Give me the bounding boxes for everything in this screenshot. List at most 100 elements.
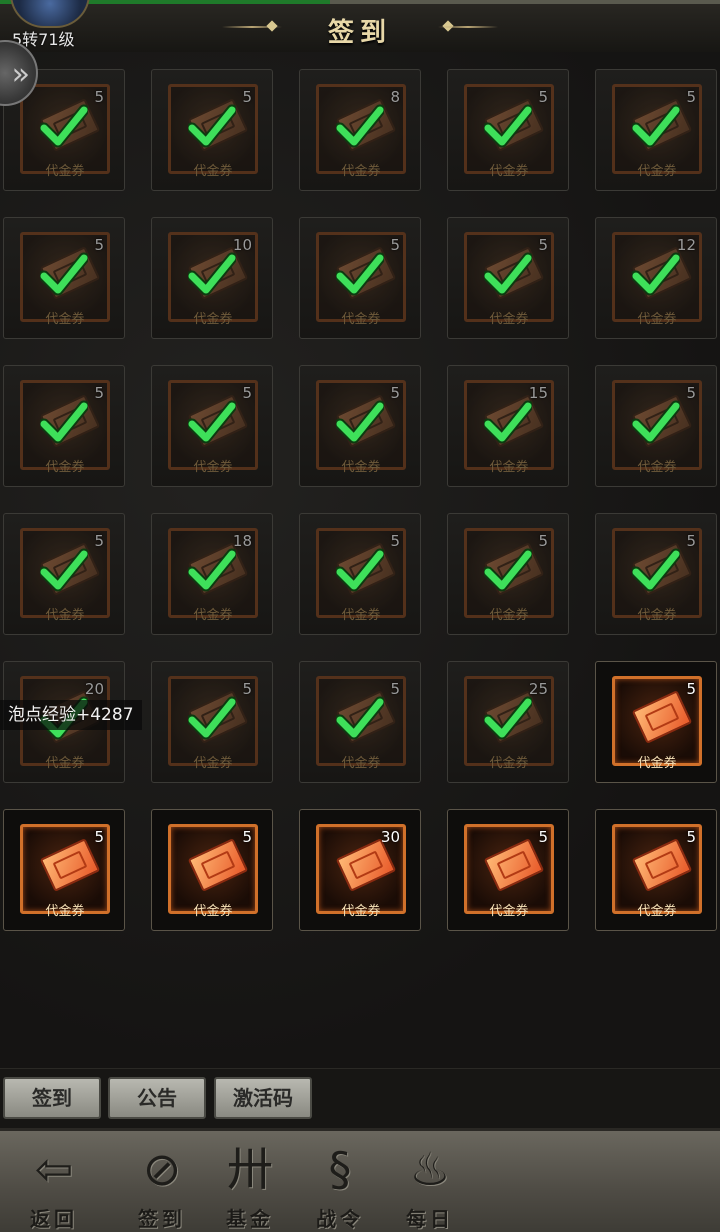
reward-cell[interactable]: 5 代金券 <box>299 661 421 783</box>
reward-cell[interactable]: 5 代金券 <box>299 513 421 635</box>
reward-cell[interactable]: 5 代金券 <box>595 69 717 191</box>
top-bar: 5转71级 签到 <box>0 0 720 53</box>
reward-count: 5 <box>538 88 548 106</box>
reward-cell[interactable]: 18 代金券 <box>151 513 273 635</box>
reward-label: 代金券 <box>637 164 677 179</box>
reward-count: 5 <box>538 532 548 550</box>
reward-label: 代金券 <box>637 312 677 327</box>
checkmark-icon <box>336 696 384 740</box>
checkmark-icon <box>632 548 680 592</box>
checkmark-icon <box>632 400 680 444</box>
reward-count: 5 <box>242 828 252 846</box>
reward-label: 代金券 <box>341 904 381 919</box>
reward-count: 5 <box>538 236 548 254</box>
reward-cell[interactable]: 5 代金券 <box>3 513 125 635</box>
reward-cell[interactable]: 5 代金券 <box>595 661 717 783</box>
tab-sign-in[interactable]: 签到 <box>3 1077 101 1119</box>
reward-label: 代金券 <box>341 756 381 771</box>
page-title: 签到 <box>327 18 392 48</box>
reward-label: 代金券 <box>193 312 233 327</box>
bottom-nav: ⇦ 返回 ⊘ 签到 卅 基金 § 战令 ♨ 每日 <box>0 1128 720 1232</box>
checkmark-icon <box>188 104 236 148</box>
reward-count: 30 <box>380 828 400 846</box>
checkmark-icon <box>188 548 236 592</box>
reward-label: 代金券 <box>341 164 381 179</box>
checkmark-icon <box>484 104 532 148</box>
title-ornament-right <box>438 26 498 28</box>
reward-label: 代金券 <box>489 312 529 327</box>
reward-label: 代金券 <box>45 164 85 179</box>
reward-label: 代金券 <box>45 608 85 623</box>
checkmark-icon <box>188 696 236 740</box>
nav-battle-pass-button[interactable]: § 战令 <box>298 1131 382 1232</box>
reward-label: 代金券 <box>45 460 85 475</box>
checkmark-icon <box>40 104 88 148</box>
checkmark-icon <box>484 696 532 740</box>
reward-count: 5 <box>538 828 548 846</box>
reward-count: 5 <box>686 384 696 402</box>
reward-label: 代金券 <box>637 904 677 919</box>
reward-count: 5 <box>390 236 400 254</box>
reward-cell[interactable]: 5 代金券 <box>3 217 125 339</box>
reward-cell[interactable]: 5 代金券 <box>3 365 125 487</box>
reward-cell[interactable]: 5 代金券 <box>299 365 421 487</box>
reward-label: 代金券 <box>193 608 233 623</box>
nav-fund-button[interactable]: 卅 基金 <box>208 1131 292 1232</box>
reward-cell[interactable]: 5 代金券 <box>151 69 273 191</box>
nav-sign-in-button[interactable]: ⊘ 签到 <box>120 1131 204 1232</box>
exp-bar <box>330 0 720 4</box>
reward-cell[interactable]: 5 代金券 <box>151 365 273 487</box>
tab-activation-code[interactable]: 激活码 <box>214 1077 312 1119</box>
reward-cell[interactable]: 15 代金券 <box>447 365 569 487</box>
reward-cell[interactable]: 5 代金券 <box>447 513 569 635</box>
reward-cell[interactable]: 5 代金券 <box>447 217 569 339</box>
reward-cell[interactable]: 5 代金券 <box>151 809 273 931</box>
reward-cell[interactable]: 5 代金券 <box>595 365 717 487</box>
reward-cell[interactable]: 5 代金券 <box>595 513 717 635</box>
reward-cell[interactable]: 12 代金券 <box>595 217 717 339</box>
reward-label: 代金券 <box>193 904 233 919</box>
reward-cell[interactable]: 5 代金券 <box>595 809 717 931</box>
reward-count: 5 <box>242 680 252 698</box>
reward-label: 代金券 <box>489 460 529 475</box>
coupon-icon <box>187 838 249 892</box>
reward-cell[interactable]: 5 代金券 <box>3 809 125 931</box>
daily-book-icon: ♨ <box>409 1142 451 1196</box>
tab-bar: 签到 公告 激活码 <box>0 1068 720 1129</box>
back-arrow-icon: ⇦ <box>34 1142 74 1196</box>
reward-cell[interactable]: 5 代金券 <box>151 661 273 783</box>
reward-label: 代金券 <box>341 608 381 623</box>
reward-count: 5 <box>390 532 400 550</box>
scroll-icon: § <box>328 1142 352 1196</box>
coupon-icon <box>335 838 397 892</box>
nav-back-button[interactable]: ⇦ 返回 <box>12 1131 96 1232</box>
reward-label: 代金券 <box>45 756 85 771</box>
reward-cell[interactable]: 8 代金券 <box>299 69 421 191</box>
nav-label: 返回 <box>30 1207 78 1231</box>
nav-label: 每日 <box>406 1207 454 1231</box>
reward-label: 代金券 <box>45 312 85 327</box>
reward-cell[interactable]: 25 代金券 <box>447 661 569 783</box>
reward-count: 5 <box>242 384 252 402</box>
fund-icon: 卅 <box>227 1142 273 1196</box>
checkmark-icon <box>484 548 532 592</box>
reward-label: 代金券 <box>637 608 677 623</box>
reward-cell[interactable]: 10 代金券 <box>151 217 273 339</box>
nav-daily-button[interactable]: ♨ 每日 <box>388 1131 472 1232</box>
tab-announcement[interactable]: 公告 <box>108 1077 206 1119</box>
checkmark-icon <box>632 104 680 148</box>
reward-cell[interactable]: 5 代金券 <box>299 217 421 339</box>
checkmark-icon <box>336 400 384 444</box>
checkmark-icon <box>484 400 532 444</box>
nav-label: 基金 <box>226 1207 274 1231</box>
reward-count: 5 <box>94 236 104 254</box>
reward-count: 5 <box>390 384 400 402</box>
reward-cell[interactable]: 5 代金券 <box>447 69 569 191</box>
reward-label: 代金券 <box>489 904 529 919</box>
reward-cell[interactable]: 30 代金券 <box>299 809 421 931</box>
reward-count: 5 <box>242 88 252 106</box>
nav-label: 战令 <box>316 1207 364 1231</box>
reward-cell[interactable]: 5 代金券 <box>447 809 569 931</box>
reward-count: 5 <box>686 680 696 698</box>
reward-count: 5 <box>686 88 696 106</box>
